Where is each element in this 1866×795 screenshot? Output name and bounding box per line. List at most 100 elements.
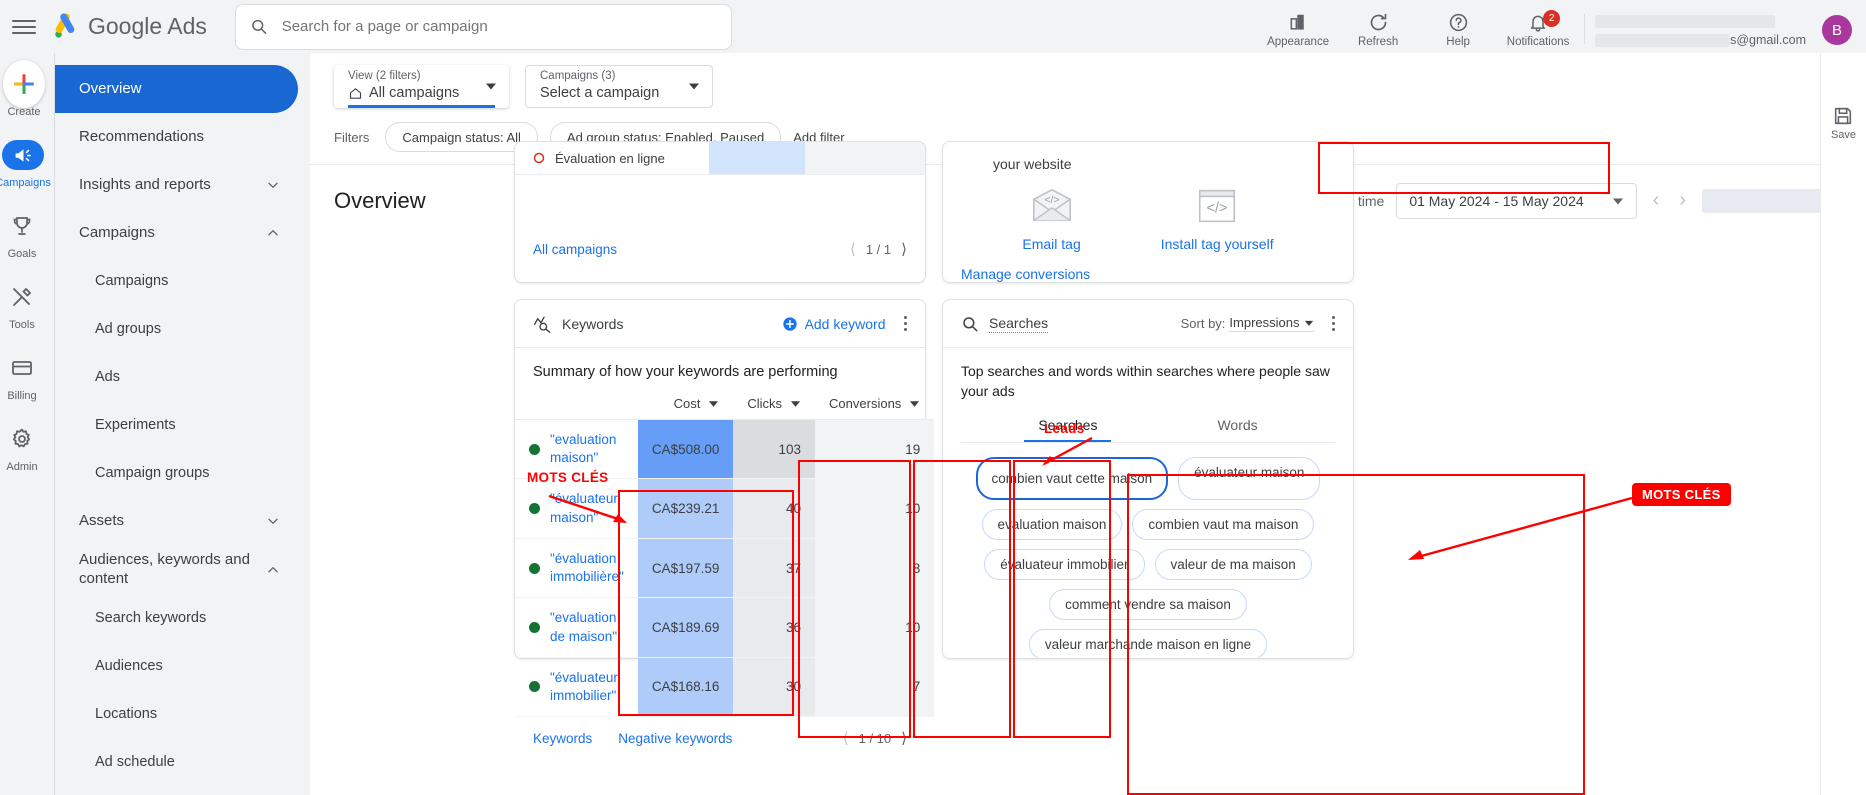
searches-description: Top searches and words within searches w…: [961, 363, 1330, 399]
rail-label-goals: Goals: [7, 248, 37, 260]
avatar[interactable]: B: [1822, 15, 1852, 45]
search-term-bubble[interactable]: évaluateur immobilier: [984, 549, 1145, 581]
pager-prev-icon[interactable]: ⟨: [850, 240, 856, 258]
negative-keywords-footer-link[interactable]: Negative keywords: [618, 731, 732, 746]
sidebar-item-search-keywords[interactable]: Search keywords: [55, 595, 298, 643]
view-selector[interactable]: View (2 filters) All campaigns: [334, 65, 509, 108]
save-button[interactable]: Save: [1831, 105, 1856, 141]
table-row[interactable]: "evaluation de maison" CA$189.69 36 10: [515, 597, 935, 658]
appearance-label: Appearance: [1267, 36, 1330, 48]
right-rail: Save: [1820, 53, 1866, 795]
table-row[interactable]: "évaluateur maison" CA$239.21 40 10: [515, 478, 935, 539]
conversions-text-tail: your website: [993, 156, 1072, 172]
campaign-selector[interactable]: Campaigns (3) Select a campaign: [525, 65, 713, 108]
sidebar-item-ad-groups[interactable]: Ad groups: [55, 305, 298, 353]
refresh-icon: [1370, 13, 1386, 31]
rail-item-admin[interactable]: Admin: [0, 418, 49, 473]
search-term-bubble[interactable]: évaluateur maison: [1178, 457, 1321, 501]
sort-by-control[interactable]: Sort by: Impressions: [1181, 315, 1314, 332]
keyword-text[interactable]: "évaluateur immobilier": [550, 669, 624, 705]
sidebar-item-recommendations[interactable]: Recommendations: [55, 113, 298, 161]
campaign-row-clicks-cell: [805, 142, 925, 174]
sidebar-item-overview[interactable]: Overview: [55, 65, 298, 113]
date-next-button[interactable]: ›: [1675, 189, 1690, 212]
pager-prev-icon[interactable]: ⟨: [843, 729, 849, 747]
sidebar-label-ad-schedule: Ad schedule: [95, 754, 175, 771]
account-info[interactable]: s@gmail.com: [1595, 15, 1806, 50]
page-title: Overview: [334, 187, 426, 213]
rail-item-goals[interactable]: Goals: [0, 205, 49, 260]
rail-item-tools[interactable]: Tools: [0, 276, 49, 331]
global-search[interactable]: [234, 3, 732, 50]
campaigns-card: Évaluation en ligne All campaigns ⟨ 1 / …: [514, 141, 926, 283]
sidebar-item-campaign-groups[interactable]: Campaign groups: [55, 449, 298, 497]
keyword-cell-wrap: "evaluation maison": [529, 431, 624, 467]
help-button[interactable]: Help: [1418, 12, 1498, 50]
sidebar-item-ads[interactable]: Ads: [55, 353, 298, 401]
sidebar-item-locations[interactable]: Locations: [55, 691, 298, 739]
keyword-text[interactable]: "evaluation maison": [550, 431, 624, 467]
keywords-col-conversions[interactable]: Conversions: [815, 390, 935, 420]
searches-card-menu-icon[interactable]: [1328, 310, 1340, 338]
sidebar-item-insights-and-reports[interactable]: Insights and reports: [55, 161, 298, 209]
all-campaigns-link[interactable]: All campaigns: [533, 242, 617, 257]
notifications-button[interactable]: 2 Notifications: [1498, 10, 1578, 50]
campaign-selector-caption: Campaigns (3): [540, 70, 616, 83]
sidebar-label-experiments: Experiments: [95, 416, 176, 433]
search-term-bubble[interactable]: combien vaut ma maison: [1132, 509, 1315, 541]
keywords-card-footer: Keywords Negative keywords ⟨ 1 / 10 ⟩: [515, 717, 925, 759]
pager-next-icon[interactable]: ⟩: [901, 240, 907, 258]
keywords-table-body: "evaluation maison" CA$508.00 103 19 "év…: [515, 419, 935, 718]
email-tag-option[interactable]: </> Email tag: [1022, 186, 1081, 252]
brand-logo[interactable]: Google Ads: [50, 12, 207, 42]
keyword-cell: "évaluation immobilière": [515, 538, 638, 599]
sidebar-item-audiences-keywords-content[interactable]: Audiences, keywords and content: [55, 545, 298, 595]
table-row[interactable]: "évaluation immobilière" CA$197.59 37 8: [515, 538, 935, 599]
searches-tabs: Searches Words: [961, 417, 1335, 444]
sidebar-item-campaigns-group[interactable]: Campaigns: [55, 209, 298, 257]
search-term-bubble[interactable]: valeur de ma maison: [1154, 549, 1312, 581]
search-term-bubble[interactable]: comment vendre sa maison: [1049, 589, 1247, 621]
date-range-picker[interactable]: 01 May 2024 - 15 May 2024: [1396, 182, 1637, 219]
menu-icon[interactable]: [12, 15, 36, 39]
rail-item-create[interactable]: Create: [0, 60, 51, 118]
sidebar-item-assets[interactable]: Assets: [55, 497, 298, 545]
tab-words[interactable]: Words: [1217, 417, 1257, 443]
keywords-footer-link[interactable]: Keywords: [533, 731, 592, 746]
sidebar-item-experiments[interactable]: Experiments: [55, 401, 298, 449]
rail-item-billing[interactable]: Billing: [0, 347, 49, 402]
conversions-card-body: your website </> Email tag </> Install t…: [943, 142, 1353, 282]
pager-next-icon[interactable]: ⟩: [901, 729, 907, 747]
keywords-table-head: Cost Clicks Conversions: [515, 390, 935, 420]
sidebar-label-search-keywords: Search keywords: [95, 610, 207, 627]
install-tag-option[interactable]: </> Install tag yourself: [1161, 186, 1274, 252]
campaign-row-label: Évaluation en ligne: [555, 150, 665, 166]
search-input[interactable]: [279, 17, 717, 36]
keywords-col-clicks[interactable]: Clicks: [733, 390, 816, 420]
keyword-cell: "évaluateur maison": [515, 478, 638, 539]
megaphone-icon: [15, 148, 31, 162]
keywords-card-menu-icon[interactable]: [900, 310, 912, 338]
keywords-col-cost[interactable]: Cost: [637, 390, 734, 420]
add-keyword-button[interactable]: Add keyword: [782, 316, 886, 332]
date-prev-button[interactable]: ‹: [1649, 189, 1664, 212]
sidebar-item-audiences[interactable]: Audiences: [55, 643, 298, 691]
keyword-text[interactable]: "évaluation immobilière": [550, 550, 624, 586]
table-row[interactable]: "évaluateur immobilier" CA$168.16 30 7: [515, 657, 935, 718]
account-email-suffix: s@gmail.com: [1730, 33, 1806, 47]
search-term-bubble[interactable]: evaluation maison: [981, 509, 1123, 541]
keyword-text[interactable]: "évaluateur maison": [550, 490, 624, 526]
search-term-bubble[interactable]: valeur marchande maison en ligne: [1028, 629, 1268, 658]
keyword-text[interactable]: "evaluation de maison": [550, 609, 624, 645]
refresh-button[interactable]: Refresh: [1338, 12, 1418, 50]
annotation-pill-mots-cles-right: MOTS CLÉS: [1632, 483, 1731, 506]
search-term-bubble[interactable]: combien vaut cette maison: [975, 457, 1169, 501]
appearance-button[interactable]: Appearance: [1258, 13, 1338, 50]
keywords-chart-icon: [533, 316, 551, 333]
keywords-card-title: Keywords: [562, 315, 624, 332]
sidebar-item-ad-schedule[interactable]: Ad schedule: [55, 739, 298, 787]
sidebar-item-campaigns[interactable]: Campaigns: [55, 257, 298, 305]
rail-item-campaigns[interactable]: Campaigns: [0, 134, 51, 189]
searches-card-header: Searches Sort by: Impressions: [943, 300, 1353, 348]
manage-conversions-link[interactable]: Manage conversions: [961, 266, 1090, 282]
